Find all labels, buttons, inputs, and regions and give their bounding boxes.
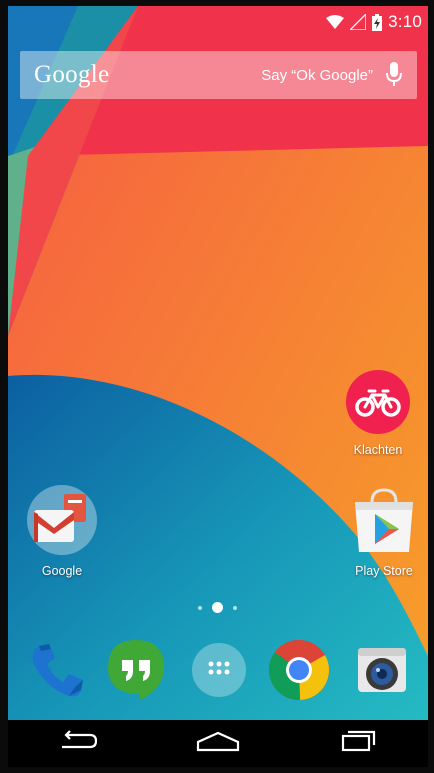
app-klachten[interactable]: Klachten bbox=[339, 369, 417, 457]
google-search-bar[interactable]: Google Say “Ok Google” bbox=[20, 51, 417, 99]
recents-button[interactable] bbox=[328, 724, 388, 764]
mic-icon[interactable] bbox=[385, 62, 403, 88]
app-label: Google bbox=[41, 564, 83, 578]
app-play-store[interactable]: Play Store bbox=[344, 484, 424, 578]
page-dot[interactable] bbox=[233, 605, 237, 610]
status-clock: 3:10 bbox=[388, 12, 422, 31]
voice-search-hint: Say “Ok Google” bbox=[261, 66, 373, 84]
chrome-icon bbox=[267, 638, 331, 707]
navigation-bar bbox=[8, 720, 428, 767]
camera-icon bbox=[350, 638, 414, 707]
back-icon bbox=[56, 729, 100, 758]
google-folder-icon bbox=[26, 484, 98, 561]
app-google-folder[interactable]: Google bbox=[22, 484, 102, 578]
home-screen: 3:10 Google Say “Ok Google” Klachten Goo… bbox=[8, 6, 428, 767]
page-indicator bbox=[198, 602, 237, 613]
dock-app-drawer[interactable] bbox=[186, 639, 252, 705]
dock-phone[interactable] bbox=[24, 639, 90, 705]
dock bbox=[8, 636, 428, 716]
status-bar: 3:10 bbox=[8, 6, 428, 38]
google-logo: Google bbox=[34, 61, 110, 88]
app-drawer-icon bbox=[189, 640, 249, 705]
dock-hangouts[interactable] bbox=[103, 639, 169, 705]
dock-chrome[interactable] bbox=[266, 639, 332, 705]
recents-icon bbox=[339, 730, 377, 757]
home-button[interactable] bbox=[188, 724, 248, 764]
home-icon bbox=[195, 730, 241, 757]
app-label: Klachten bbox=[353, 443, 403, 457]
hangouts-icon bbox=[106, 638, 166, 707]
back-button[interactable] bbox=[48, 724, 108, 764]
signal-icon bbox=[350, 14, 367, 30]
wifi-icon bbox=[326, 15, 345, 29]
page-dot-active[interactable] bbox=[212, 602, 223, 613]
phone-icon bbox=[25, 638, 89, 707]
bicycle-icon bbox=[345, 369, 411, 440]
app-label: Play Store bbox=[355, 564, 413, 578]
battery-charging-icon bbox=[372, 13, 383, 31]
page-dot[interactable] bbox=[198, 605, 202, 610]
dock-camera[interactable] bbox=[349, 639, 415, 705]
play-store-icon bbox=[349, 484, 419, 561]
